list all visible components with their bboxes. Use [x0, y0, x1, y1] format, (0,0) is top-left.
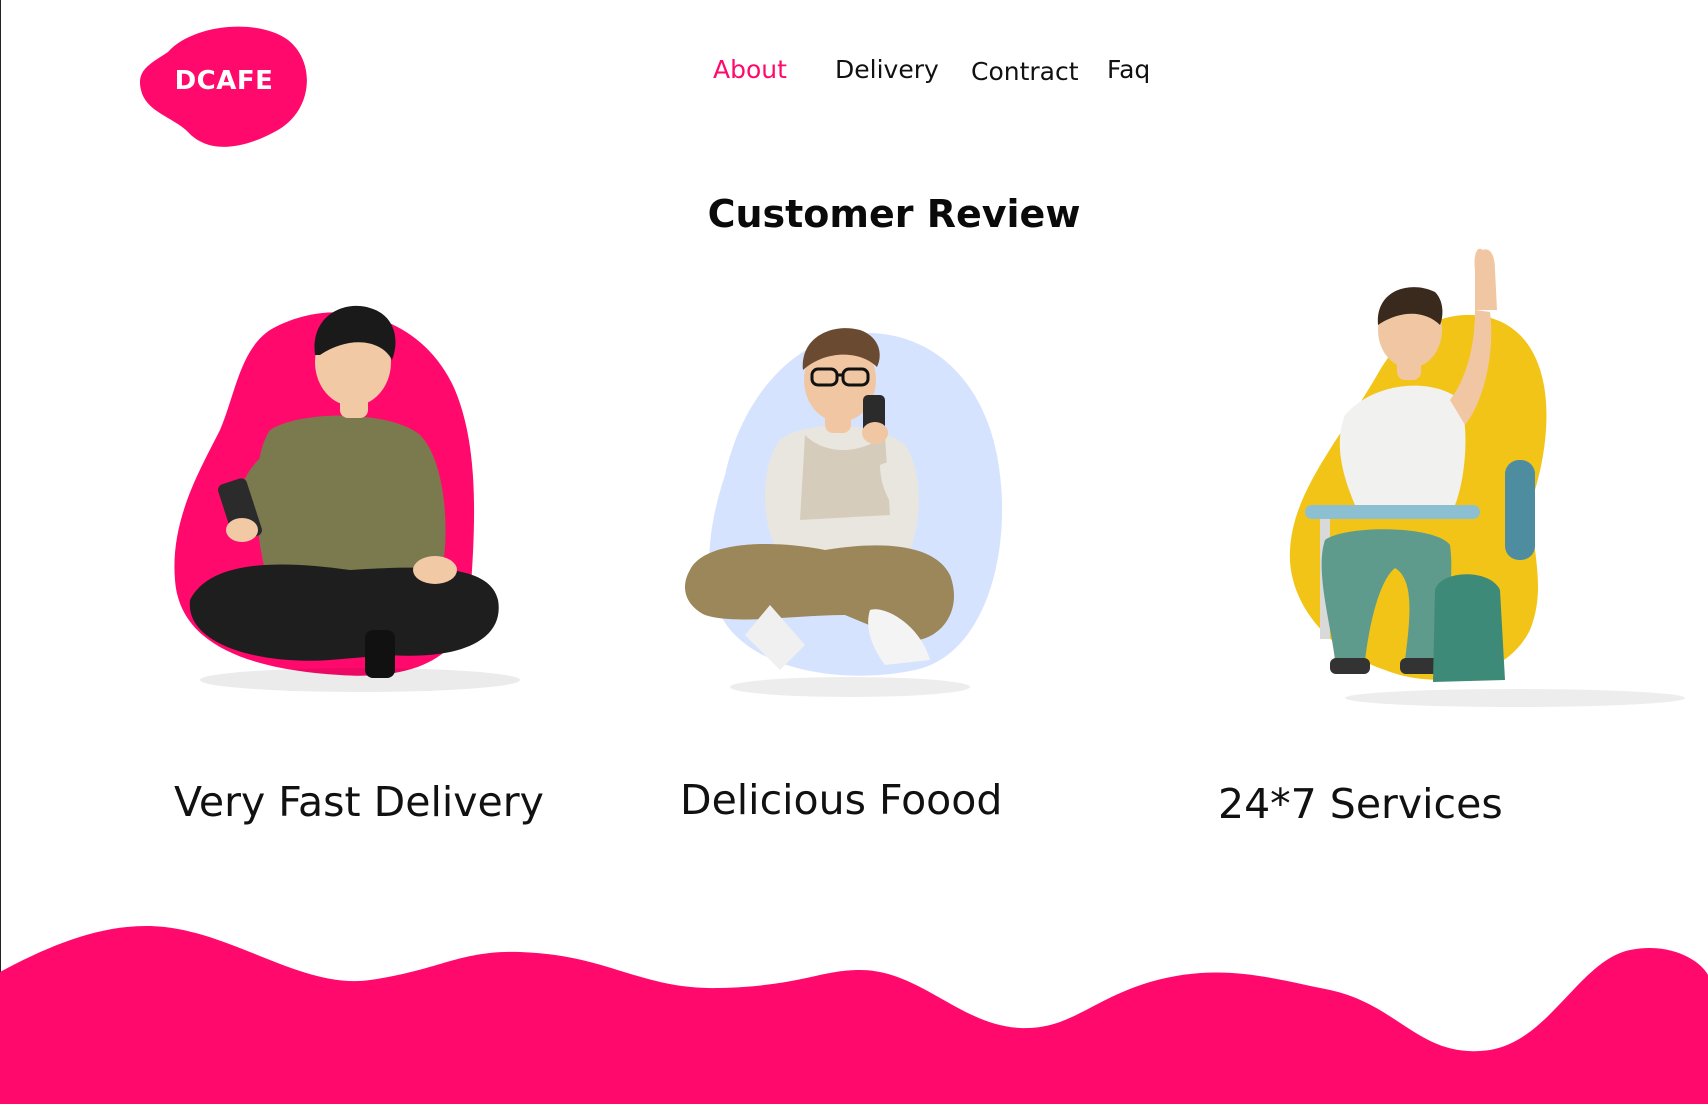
- section-title: Customer Review: [707, 192, 1081, 236]
- footer-wave-shape: [0, 925, 1708, 1104]
- review-card-1-label: Very Fast Delivery: [174, 778, 544, 826]
- review-card-2-illustration: [685, 325, 1015, 705]
- review-card-2-label: Delicious Foood: [680, 776, 1003, 824]
- brand-logo[interactable]: DCAFE: [138, 22, 310, 154]
- review-card-3-illustration: [1285, 248, 1685, 710]
- review-card-1-illustration: [170, 300, 520, 720]
- brand-name: DCAFE: [174, 66, 274, 96]
- nav-item-about[interactable]: About: [713, 55, 787, 84]
- nav-item-delivery[interactable]: Delivery: [835, 55, 939, 84]
- nav-item-faq[interactable]: Faq: [1107, 55, 1150, 84]
- nav-item-contract[interactable]: Contract: [971, 57, 1079, 86]
- review-card-3-label: 24*7 Services: [1218, 780, 1503, 828]
